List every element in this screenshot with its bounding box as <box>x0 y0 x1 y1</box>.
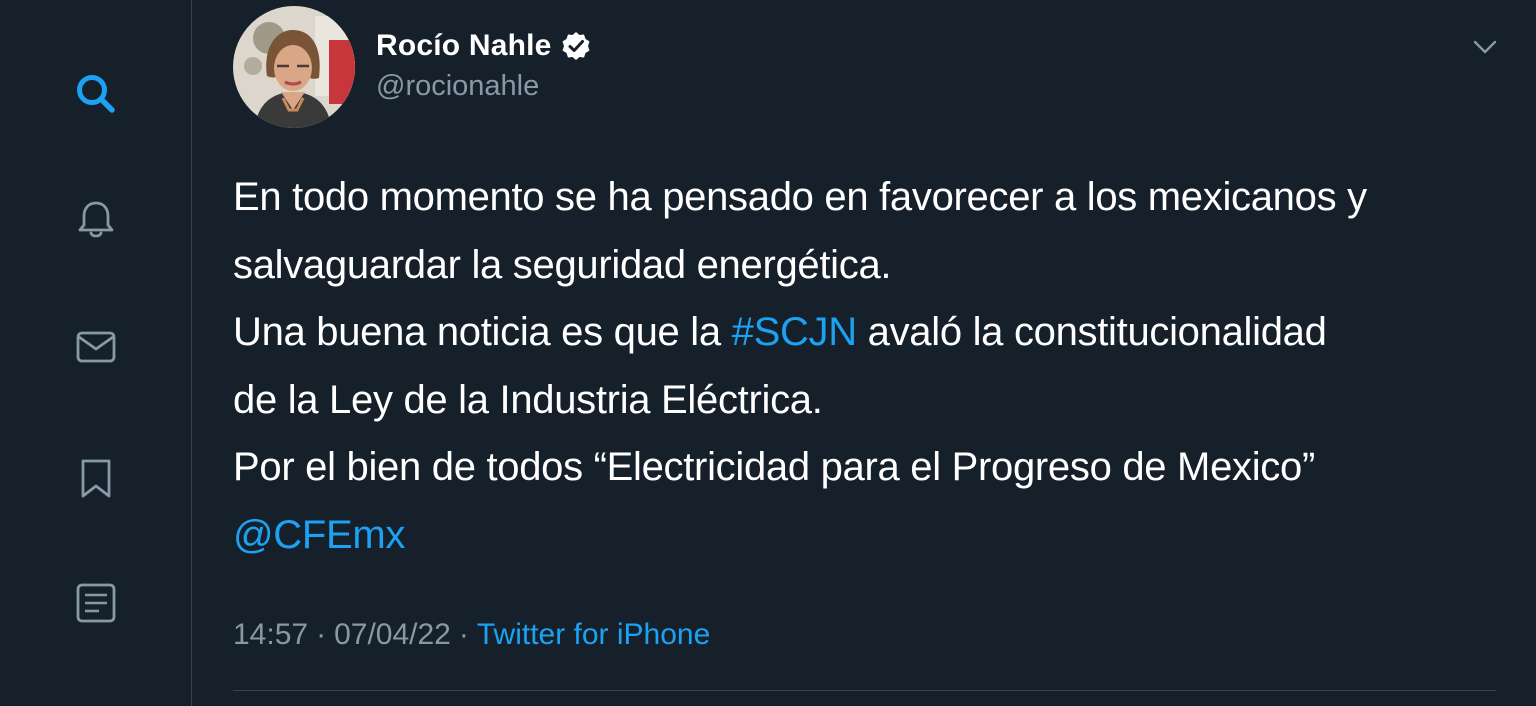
tweet-text-line: Por el bien de todos “Electricidad para … <box>233 445 1315 489</box>
tweet-text-line: Una buena noticia es que la #SCJN avaló … <box>233 299 1503 367</box>
nav-messages[interactable] <box>66 317 126 377</box>
envelope-icon <box>76 331 116 363</box>
mention-link[interactable]: @CFEmx <box>233 513 405 557</box>
tweet-time: 14:57 <box>233 618 309 651</box>
tweet-detail-screen: Rocío Nahle @rocionahle En todo momento … <box>0 0 1536 706</box>
nav-bookmarks[interactable] <box>66 448 126 508</box>
avatar-image <box>233 6 355 128</box>
nav-search[interactable] <box>66 64 126 124</box>
bookmark-icon <box>81 459 111 498</box>
separator: · <box>458 618 469 651</box>
list-icon <box>76 583 116 623</box>
chevron-down-icon[interactable] <box>1470 32 1500 62</box>
tweet-detail: Rocío Nahle @rocionahle En todo momento … <box>193 0 1536 706</box>
tweet-date: 07/04/22 <box>334 618 451 651</box>
tweet-text-line: @CFEmx <box>233 502 1503 570</box>
divider <box>233 690 1496 691</box>
tweet-source-link[interactable]: Twitter for iPhone <box>477 618 710 651</box>
tweet-metadata: 14:57 · 07/04/22 · Twitter for iPhone <box>233 618 710 652</box>
tweet-text-segment: avaló la constitucionalidad <box>856 310 1327 354</box>
display-name[interactable]: Rocío Nahle <box>376 29 552 63</box>
search-icon <box>77 75 115 113</box>
tweet-text-line: de la Ley de la Industria Eléctrica. <box>233 377 823 422</box>
author-name-row[interactable]: Rocío Nahle <box>376 26 592 66</box>
username[interactable]: @rocionahle <box>376 70 539 103</box>
tweet-text: En todo momento se ha pensado en favorec… <box>233 164 1503 569</box>
separator: · <box>316 618 327 651</box>
hashtag-link[interactable]: #SCJN <box>732 310 858 354</box>
tweet-text-line: salvaguardar la seguridad energética. <box>233 242 892 287</box>
tweet-text-line: En todo momento se ha pensado en favorec… <box>233 175 1367 219</box>
bell-icon <box>78 201 114 238</box>
tweet-text-segment: Una buena noticia es que la <box>233 310 732 354</box>
nav-lists[interactable] <box>66 573 126 633</box>
sidebar-nav <box>0 0 192 706</box>
verified-badge-icon <box>562 32 590 60</box>
avatar[interactable] <box>233 6 355 128</box>
nav-notifications[interactable] <box>66 190 126 250</box>
